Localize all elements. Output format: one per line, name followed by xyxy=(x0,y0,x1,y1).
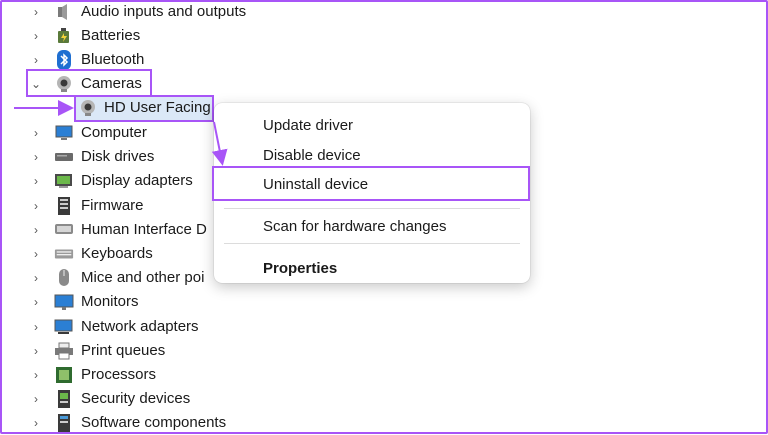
software-component-icon xyxy=(54,413,74,433)
chevron-right-icon[interactable]: › xyxy=(28,246,44,262)
chevron-right-icon[interactable]: › xyxy=(28,52,44,68)
tree-item-label: Batteries xyxy=(81,27,141,44)
hid-icon xyxy=(54,220,74,240)
firmware-icon xyxy=(54,196,74,216)
webcam-icon xyxy=(78,98,98,118)
menu-item-uninstall-device[interactable]: Uninstall device xyxy=(214,169,530,199)
chevron-right-icon[interactable]: › xyxy=(28,125,44,141)
processor-icon xyxy=(54,365,74,385)
tree-item-monitors[interactable]: › Monitors xyxy=(28,290,139,314)
tree-item-label: Audio inputs and outputs xyxy=(81,3,247,20)
speaker-icon xyxy=(54,2,74,22)
chevron-right-icon[interactable]: › xyxy=(28,4,44,20)
tree-item-display-adapters[interactable]: › Display adapters xyxy=(28,169,193,193)
tree-item-label: Processors xyxy=(81,366,157,383)
chevron-down-icon[interactable]: ⌄ xyxy=(28,76,44,92)
menu-item-label: Properties xyxy=(263,259,338,277)
camera-icon xyxy=(54,74,74,94)
chevron-right-icon[interactable]: › xyxy=(28,415,44,431)
tree-item-label: Network adapters xyxy=(81,318,199,335)
tree-item-network-adapters[interactable]: › Network adapters xyxy=(28,315,199,339)
menu-item-update-driver[interactable]: Update driver xyxy=(214,110,530,140)
tree-item-batteries[interactable]: › Batteries xyxy=(28,24,140,48)
monitor-icon xyxy=(54,292,74,312)
tree-item-label: Firmware xyxy=(81,197,144,214)
menu-item-scan-hardware[interactable]: Scan for hardware changes xyxy=(214,211,530,241)
menu-item-label: Uninstall device xyxy=(263,175,369,193)
chevron-right-icon[interactable]: › xyxy=(28,149,44,165)
tree-item-label: Keyboards xyxy=(81,245,153,262)
menu-item-disable-device[interactable]: Disable device xyxy=(214,140,530,170)
computer-icon xyxy=(54,123,74,143)
context-menu: Update driver Disable device Uninstall d… xyxy=(212,103,530,283)
menu-item-label: Scan for hardware changes xyxy=(263,217,447,235)
tree-item-computer[interactable]: › Computer xyxy=(28,121,147,145)
tree-item-firmware[interactable]: › Firmware xyxy=(28,194,144,218)
chevron-right-icon[interactable]: › xyxy=(28,319,44,335)
tree-item-audio[interactable]: › Audio inputs and outputs xyxy=(28,0,246,24)
chevron-right-icon[interactable]: › xyxy=(28,198,44,214)
tree-item-label: Print queues xyxy=(81,342,166,359)
network-adapter-icon xyxy=(54,317,74,337)
tree-item-label: Human Interface D xyxy=(81,221,207,238)
tree-item-cameras[interactable]: ⌄ Cameras xyxy=(28,72,142,96)
bluetooth-icon xyxy=(54,50,74,70)
disk-drive-icon xyxy=(54,147,74,167)
tree-item-security-devices[interactable]: › Security devices xyxy=(28,387,190,411)
mouse-icon xyxy=(54,268,74,288)
tree-item-label: Software components xyxy=(81,414,227,431)
tree-item-label: Bluetooth xyxy=(81,51,145,68)
chevron-right-icon[interactable]: › xyxy=(28,222,44,238)
tree-item-bluetooth[interactable]: › Bluetooth xyxy=(28,48,144,72)
tree-item-label: Disk drives xyxy=(81,148,155,165)
menu-separator xyxy=(224,243,520,244)
tree-item-label: Security devices xyxy=(81,390,191,407)
tree-item-human-interface[interactable]: › Human Interface D xyxy=(28,218,207,242)
chevron-right-icon[interactable]: › xyxy=(28,294,44,310)
menu-separator xyxy=(224,208,520,209)
keyboard-icon xyxy=(54,244,74,264)
tree-item-processors[interactable]: › Processors xyxy=(28,363,156,387)
tree-item-hd-user-facing[interactable]: HD User Facing xyxy=(78,96,211,120)
tree-item-keyboards[interactable]: › Keyboards xyxy=(28,242,153,266)
display-adapter-icon xyxy=(54,171,74,191)
chevron-right-icon[interactable]: › xyxy=(28,173,44,189)
tree-item-mice[interactable]: › Mice and other poi xyxy=(28,266,204,290)
chevron-right-icon[interactable]: › xyxy=(28,367,44,383)
tree-item-label: Mice and other poi xyxy=(81,269,205,286)
tree-item-disk-drives[interactable]: › Disk drives xyxy=(28,145,154,169)
menu-item-properties[interactable]: Properties xyxy=(214,253,530,283)
menu-item-label: Update driver xyxy=(263,116,354,134)
tree-item-print-queues[interactable]: › Print queues xyxy=(28,339,165,363)
security-device-icon xyxy=(54,389,74,409)
chevron-right-icon[interactable]: › xyxy=(28,343,44,359)
chevron-right-icon[interactable]: › xyxy=(28,391,44,407)
tree-item-label: Display adapters xyxy=(81,172,193,189)
menu-item-label: Disable device xyxy=(263,146,361,164)
battery-icon xyxy=(54,26,74,46)
tree-item-label: Computer xyxy=(81,124,147,141)
tree-item-label: Cameras xyxy=(81,75,142,92)
tree-item-label: Monitors xyxy=(81,293,139,310)
tree-item-label: HD User Facing xyxy=(104,99,211,116)
chevron-right-icon[interactable]: › xyxy=(28,28,44,44)
printer-icon xyxy=(54,341,74,361)
chevron-right-icon[interactable]: › xyxy=(28,270,44,286)
tree-item-software-components[interactable]: › Software components xyxy=(28,411,226,435)
